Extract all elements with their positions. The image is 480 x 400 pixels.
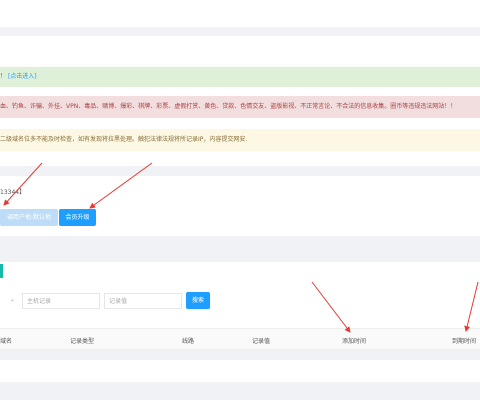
- chevron-down-icon[interactable]: ⌄: [10, 296, 15, 303]
- enter-link[interactable]: [点击进入]: [8, 73, 37, 80]
- search-button[interactable]: 搜索: [186, 292, 210, 309]
- col-record-value: 记录值: [252, 338, 271, 345]
- record-value-placeholder: 记录值: [109, 298, 128, 305]
- bottom-panel: [0, 360, 480, 382]
- account-panel: [0, 176, 480, 236]
- col-expire-time[interactable]: 到期时间: [452, 336, 476, 345]
- host-record-placeholder: 主机记录: [27, 298, 52, 305]
- default-group-button[interactable]: 调用户他:默认他: [0, 209, 58, 226]
- col-record-type: 记录类型: [70, 338, 95, 345]
- upgrade-button[interactable]: 会员升级: [59, 209, 96, 226]
- record-value-input[interactable]: 记录值: [104, 293, 182, 309]
- notice-yellow-text: 二级域名位多不能及时检查，如有发现将拉黑处理。触犯法律法规将所记录IP，内容提交…: [0, 136, 248, 143]
- notice-green: ！ [点击进入]: [0, 67, 480, 87]
- notice-yellow: 二级域名位多不能及时检查，如有发现将拉黑处理。触犯法律法规将所记录IP，内容提交…: [0, 129, 480, 151]
- top-bar: [0, 0, 480, 27]
- col-add-time[interactable]: 添加时间: [342, 336, 366, 345]
- notice-red: 血、钓鱼、诈骗、外挂、VPN、毒品、赌博、爆彩、棋牌、彩票、虚假打赏、黄色、贷款…: [0, 96, 480, 118]
- account-count: 13344】: [0, 189, 26, 196]
- header-panel: [0, 36, 480, 58]
- col-line: 线路: [182, 338, 195, 345]
- notice-green-text: ！: [0, 73, 7, 80]
- notice-red-text: 血、钓鱼、诈骗、外挂、VPN、毒品、赌博、爆彩、棋牌、彩票、虚假打赏、黄色、贷款…: [0, 103, 457, 110]
- host-record-input[interactable]: 主机记录: [22, 293, 100, 309]
- col-domain: 域名: [0, 338, 13, 345]
- active-tab-indicator[interactable]: [0, 264, 3, 278]
